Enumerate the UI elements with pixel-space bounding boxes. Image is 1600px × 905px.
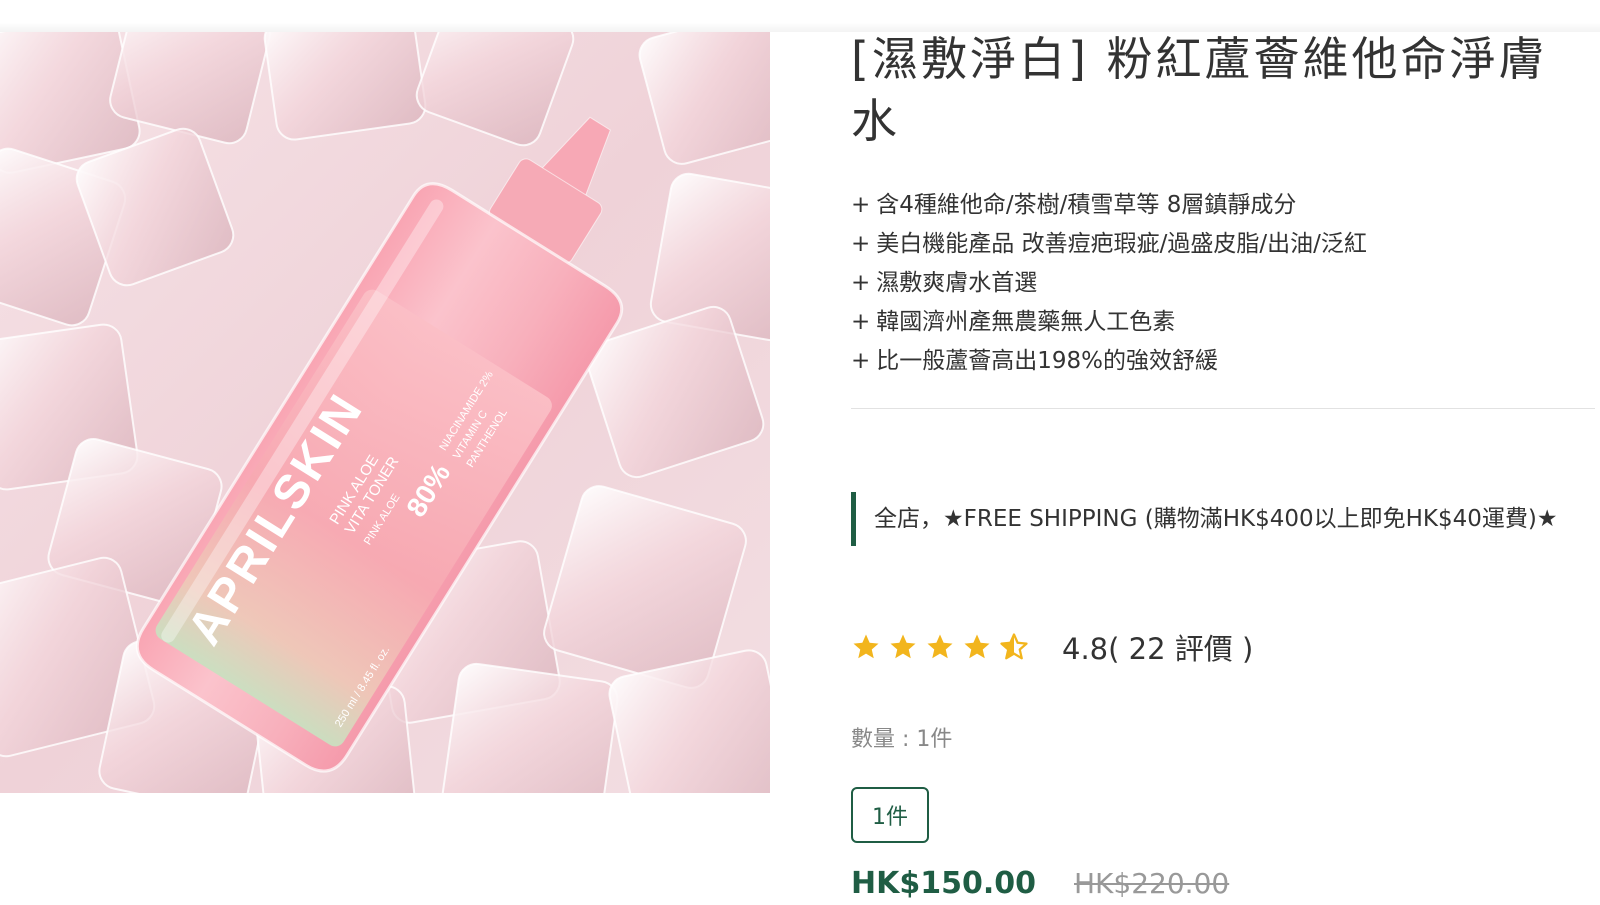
feature-text: 美白機能產品 改善痘疤瑕疵/過盛皮脂/出油/泛紅: [876, 231, 1367, 257]
rating-score[interactable]: 4.8( 22 評價 ): [1062, 626, 1253, 668]
divider: [851, 408, 1595, 409]
feature-prefix: +: [851, 348, 871, 374]
product-image[interactable]: APRILSKIN PINK ALOE VITA TONER PINK ALOE…: [0, 32, 770, 793]
feature-item: + 濕敷爽膚水首選: [851, 264, 1367, 303]
feature-item: + 美白機能產品 改善痘疤瑕疵/過盛皮脂/出油/泛紅: [851, 225, 1367, 264]
quantity-label: 數量 : 1件: [851, 727, 953, 752]
product-page: APRILSKIN PINK ALOE VITA TONER PINK ALOE…: [0, 0, 1600, 905]
star-icon: [853, 634, 879, 659]
product-title: [濕敷淨白] 粉紅蘆薈維他命淨膚水: [851, 32, 1548, 148]
quantity-option[interactable]: 1件: [851, 787, 929, 843]
star-half-icon: [1000, 633, 1028, 660]
feature-item: + 韓國濟州產無農藥無人工色素: [851, 303, 1367, 342]
feature-text: 濕敷爽膚水首選: [876, 270, 1038, 296]
feature-prefix: +: [851, 309, 871, 335]
price-original: HK$220.00: [1074, 867, 1230, 900]
star-icon: [927, 634, 953, 659]
product-photo: APRILSKIN PINK ALOE VITA TONER PINK ALOE…: [0, 32, 770, 793]
product-info: [濕敷淨白] 粉紅蘆薈維他命淨膚水 + 含4種維他命/茶樹/積雪草等 8層鎮靜成分…: [851, 28, 1595, 901]
price-current: HK$150.00: [851, 866, 1036, 901]
star-icon: [890, 634, 916, 659]
feature-prefix: +: [851, 192, 871, 218]
price-row: HK$150.00 HK$220.00: [851, 866, 1229, 901]
feature-text: 含4種維他命/茶樹/積雪草等 8層鎮靜成分: [876, 192, 1297, 218]
feature-list: + 含4種維他命/茶樹/積雪草等 8層鎮靜成分 + 美白機能產品 改善痘疤瑕疵/過盛…: [851, 186, 1367, 381]
rating-stars: [851, 632, 1036, 662]
feature-prefix: +: [851, 231, 871, 257]
feature-prefix: +: [851, 270, 871, 296]
rating[interactable]: 4.8( 22 評價 ): [851, 626, 1253, 668]
feature-item: + 含4種維他命/茶樹/積雪草等 8層鎮靜成分: [851, 186, 1367, 225]
feature-text: 比一般蘆薈高出198%的強效舒緩: [876, 348, 1219, 374]
feature-text: 韓國濟州產無農藥無人工色素: [876, 309, 1176, 335]
feature-item: + 比一般蘆薈高出198%的強效舒緩: [851, 342, 1367, 381]
star-icon: [964, 634, 990, 659]
promo-banner: 全店，★FREE SHIPPING (購物滿HK$400以上即免HK$40運費)…: [851, 492, 1594, 546]
